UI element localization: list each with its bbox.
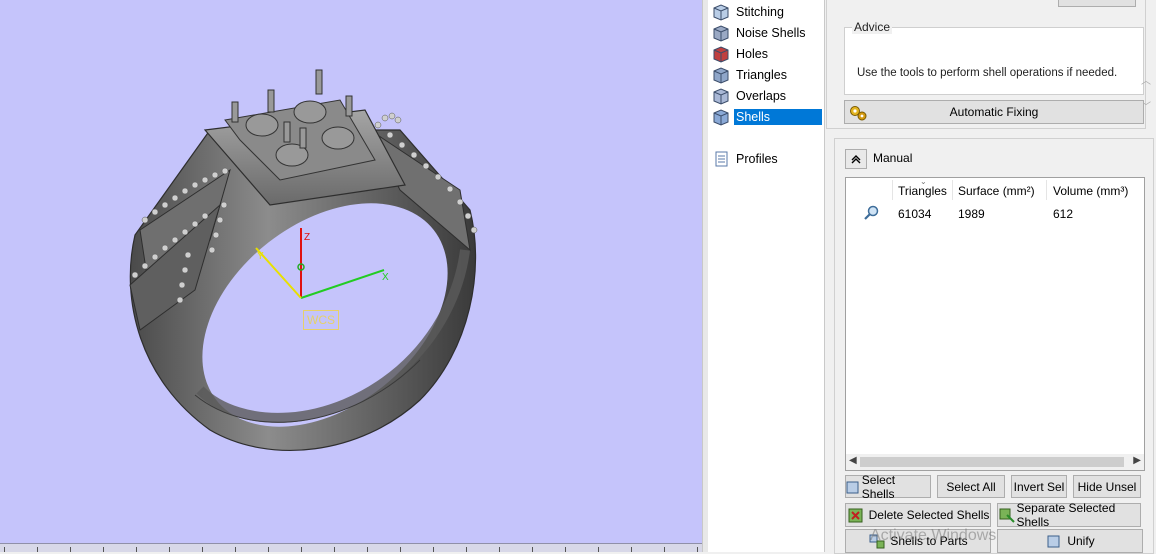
cell-volume: 612 xyxy=(1053,207,1074,221)
scroll-up-icon[interactable]: ︿ xyxy=(1141,72,1151,87)
ruler-tick xyxy=(532,547,533,552)
fix-category-tree: Stitching Noise Shells Holes Triangles Overl… xyxy=(708,0,825,552)
tree-item-label: Noise Shells xyxy=(736,26,806,40)
delete-selected-shells-button[interactable]: Delete Selected Shells xyxy=(845,503,991,527)
select-all-button[interactable]: Select All xyxy=(937,475,1005,498)
select-shells-button[interactable]: Select Shells xyxy=(845,472,931,501)
ruler-tick xyxy=(400,547,401,552)
delete-shells-icon xyxy=(848,508,863,523)
separate-selected-shells-button[interactable]: Separate Selected Shells xyxy=(997,501,1141,529)
tree-item-holes[interactable]: Holes xyxy=(712,44,824,64)
invert-sel-label: Invert Sel xyxy=(1013,479,1065,494)
ruler-tick xyxy=(499,547,500,552)
scrollbar-thumb[interactable] xyxy=(860,457,1124,467)
ruler-tick xyxy=(136,547,137,552)
activation-watermark: Activate Windows xyxy=(870,527,997,544)
column-header-triangles[interactable]: Triangles xyxy=(898,184,947,198)
z-axis-label: Z xyxy=(304,232,310,243)
noise-shells-icon xyxy=(712,24,730,42)
separate-shells-icon xyxy=(999,508,1015,523)
shells-table[interactable]: Triangles Surface (mm²) Volume (mm³) ⌄ 6… xyxy=(845,177,1145,471)
automatic-fixing-button[interactable]: Automatic Fixing xyxy=(844,100,1144,124)
manual-label: Manual xyxy=(873,151,913,165)
profiles-icon xyxy=(712,150,730,168)
select-shells-icon xyxy=(846,481,859,493)
ruler-tick xyxy=(466,547,467,552)
column-header-surface[interactable]: Surface (mm²) xyxy=(958,184,1035,198)
ruler-tick xyxy=(235,547,236,552)
advice-text: Use the tools to perform shell operation… xyxy=(857,67,1118,79)
sort-indicator-icon: ⌄ xyxy=(920,177,927,186)
tree-item-overlaps[interactable]: Overlaps xyxy=(712,86,824,106)
separate-selected-shells-label: Separate Selected Shells xyxy=(1016,501,1116,529)
right-panel: Use the tools to perform shell operation… xyxy=(826,0,1156,554)
ruler-tick xyxy=(301,547,302,552)
ruler-tick xyxy=(70,547,71,552)
scroll-right-icon: ▶ xyxy=(1133,455,1141,466)
gears-icon xyxy=(850,106,867,121)
hide-unsel-label: Hide Unsel xyxy=(1077,479,1137,494)
advice-group: Use the tools to perform shell operation… xyxy=(826,0,1151,129)
ruler-tick xyxy=(202,547,203,552)
tree-item-label: Stitching xyxy=(736,5,784,19)
top-button-stub[interactable] xyxy=(1058,0,1136,7)
tree-item-shells[interactable]: Shells xyxy=(712,107,824,127)
ruler-tick xyxy=(103,547,104,552)
x-axis-label: X xyxy=(382,272,389,283)
tree-item-label: Shells xyxy=(734,109,822,125)
ruler-tick xyxy=(268,547,269,552)
tree-item-noise-shells[interactable]: Noise Shells xyxy=(712,23,824,43)
scroll-left-icon: ◀ xyxy=(849,455,857,466)
cell-triangles: 61034 xyxy=(898,207,932,221)
magnifier-icon[interactable] xyxy=(862,204,880,222)
ruler-tick xyxy=(697,547,698,552)
ruler-tick xyxy=(631,547,632,552)
tree-item-label: Overlaps xyxy=(736,89,787,103)
delete-selected-shells-label: Delete Selected Shells xyxy=(868,508,990,522)
ruler-tick xyxy=(433,547,434,552)
ruler-tick xyxy=(37,547,38,552)
tree-item-triangles[interactable]: Triangles xyxy=(712,65,824,85)
tree-item-label: Triangles xyxy=(736,68,787,82)
table-header: Triangles Surface (mm²) Volume (mm³) ⌄ xyxy=(846,177,1144,202)
ruler-tick xyxy=(4,547,5,552)
ruler-tick xyxy=(664,547,665,552)
ruler-tick xyxy=(565,547,566,552)
tree-item-stitching[interactable]: Stitching xyxy=(712,2,824,22)
shells-icon xyxy=(712,108,730,126)
column-header-volume[interactable]: Volume (mm³) xyxy=(1053,184,1128,198)
collapse-chevron-icon[interactable] xyxy=(845,149,867,169)
unify-icon xyxy=(1047,535,1060,548)
invert-selection-button[interactable]: Invert Sel xyxy=(1011,475,1067,498)
y-axis-label: Y xyxy=(257,251,264,262)
3d-viewport[interactable]: Z X Y WCS xyxy=(0,0,702,552)
advice-legend: Advice xyxy=(852,20,893,34)
triangles-icon xyxy=(712,66,730,84)
unify-button[interactable]: Unify xyxy=(997,529,1143,553)
wcs-label: WCS xyxy=(303,310,339,330)
select-all-label: Select All xyxy=(946,479,996,494)
ruler-tick xyxy=(334,547,335,552)
tree-item-label: Holes xyxy=(736,47,768,61)
advice-frame: Use the tools to perform shell operation… xyxy=(844,27,1151,113)
stitching-icon xyxy=(712,3,730,21)
cell-surface: 1989 xyxy=(958,207,985,221)
ruler-tick xyxy=(598,547,599,552)
ruler-tick xyxy=(367,547,368,552)
select-shells-label: Select Shells xyxy=(861,472,896,501)
ring-model[interactable]: Z X Y xyxy=(0,0,702,552)
overlaps-icon xyxy=(712,87,730,105)
unify-label: Unify xyxy=(1067,534,1095,548)
tree-item-label: Profiles xyxy=(736,152,778,166)
tree-item-profiles[interactable]: Profiles xyxy=(712,149,824,169)
ruler-tick xyxy=(169,547,170,552)
horizontal-scrollbar[interactable]: ◀ ▶ xyxy=(846,454,1144,470)
holes-icon xyxy=(712,45,730,63)
manual-group: Manual Triangles Surface (mm²) Volume (m… xyxy=(834,138,1154,554)
viewport-ruler xyxy=(0,543,702,552)
hide-unselected-button[interactable]: Hide Unsel xyxy=(1073,475,1141,498)
automatic-fixing-label: Automatic Fixing xyxy=(949,105,1039,119)
